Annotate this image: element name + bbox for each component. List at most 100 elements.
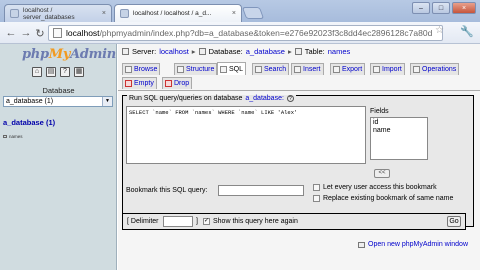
server-icon bbox=[122, 48, 129, 55]
breadcrumb-separator-icon: ▸ bbox=[191, 47, 196, 56]
sql-query-textarea[interactable]: SELECT `name` FROM `names` WHERE `name` … bbox=[126, 106, 366, 164]
sql-query-db-link[interactable]: a_database: bbox=[245, 95, 284, 102]
bookmark-public-checkbox[interactable] bbox=[313, 184, 320, 191]
structure-icon bbox=[177, 66, 184, 73]
database-icon bbox=[198, 48, 206, 55]
bookmark-public-label: Let every user access this bookmark bbox=[323, 184, 437, 191]
address-path: /phpmyadmin/index.php?db=a_database&toke… bbox=[99, 28, 433, 38]
address-bar[interactable]: localhost/phpmyadmin/index.php?db=a_data… bbox=[48, 25, 443, 41]
logo-my: My bbox=[48, 47, 71, 62]
tab-insert[interactable]: Insert bbox=[291, 63, 324, 75]
main-frame: Server: localhost ▸ Database: a_database… bbox=[118, 44, 480, 270]
export-icon bbox=[333, 66, 340, 73]
empty-icon bbox=[125, 80, 132, 87]
field-option[interactable]: id bbox=[373, 119, 425, 127]
database-select-value: a_database (1) bbox=[6, 98, 54, 105]
window-controls: – □ × bbox=[412, 2, 476, 14]
close-window-button[interactable]: × bbox=[452, 2, 476, 14]
browser-tabbar: localhost / server_databases × localhost… bbox=[0, 0, 480, 22]
tab-sql[interactable]: SQL bbox=[217, 62, 247, 75]
insert-icon bbox=[294, 66, 301, 73]
maximize-button[interactable]: □ bbox=[432, 2, 450, 14]
breadcrumb-table-label: Table: bbox=[304, 47, 325, 56]
tab-label: Export bbox=[342, 66, 363, 73]
tab-label: Insert bbox=[303, 66, 321, 73]
back-arrow-icon[interactable]: ← bbox=[3, 25, 19, 41]
mysql-docs-icon[interactable]: ▦ bbox=[74, 67, 84, 77]
fields-list[interactable]: id name bbox=[370, 117, 428, 160]
browser-navbar: ← → ↻ localhost/phpmyadmin/index.php?db=… bbox=[0, 22, 480, 44]
import-icon bbox=[373, 66, 380, 73]
delimiter-label: [ Delimiter bbox=[127, 218, 159, 225]
browser-tab-title: localhost / localhost / a_d... bbox=[133, 10, 212, 17]
tab-drop[interactable]: Drop bbox=[162, 77, 193, 89]
tab-bar: Browse Structure SQL Search Insert Expor… bbox=[118, 62, 480, 91]
chevron-down-icon[interactable]: ▼ bbox=[102, 97, 112, 106]
help-icon[interactable]: ? bbox=[286, 95, 294, 102]
tab-label: Import bbox=[382, 66, 402, 73]
bookmark-name-input[interactable] bbox=[218, 185, 304, 196]
bookmark-replace-label: Replace existing bookmark of same name bbox=[323, 195, 454, 202]
browser-tab-server-databases[interactable]: localhost / server_databases × bbox=[4, 4, 112, 22]
breadcrumb-server-link[interactable]: localhost bbox=[159, 47, 189, 56]
wrench-menu-icon[interactable]: 🔧 bbox=[460, 25, 474, 38]
docs-icon[interactable]: ? bbox=[60, 67, 70, 77]
close-tab-icon[interactable]: × bbox=[232, 10, 236, 17]
new-window-label: Open new phpMyAdmin window bbox=[368, 241, 468, 248]
table-icon bbox=[294, 48, 302, 55]
phpmyadmin-logo[interactable]: phpMyAdmin bbox=[22, 47, 116, 62]
query-options-bar: [ Delimiter ] ✓ Show this query here aga… bbox=[122, 213, 466, 230]
fields-label: Fields bbox=[370, 108, 389, 115]
breadcrumb-db-link[interactable]: a_database bbox=[246, 47, 285, 56]
page-icon bbox=[53, 28, 62, 38]
tab-label: Browse bbox=[134, 66, 158, 73]
insert-field-button[interactable]: << bbox=[374, 169, 390, 178]
sql-query-fieldset: Run SQL query/queries on database a_data… bbox=[122, 95, 474, 227]
tab-label: SQL bbox=[229, 65, 244, 73]
tab-label: Drop bbox=[174, 80, 190, 87]
phpmyadmin-favicon-icon bbox=[120, 9, 129, 18]
tab-structure[interactable]: Structure bbox=[174, 63, 218, 75]
tab-label: Empty bbox=[134, 80, 154, 87]
tab-label: Structure bbox=[186, 66, 215, 73]
delimiter-input[interactable] bbox=[163, 216, 193, 227]
new-window-link[interactable]: Open new phpMyAdmin window bbox=[358, 241, 468, 248]
table-list-item-label: names bbox=[9, 134, 23, 139]
left-toolbar: ⌂ ▤ ? ▦ bbox=[32, 67, 84, 77]
show-query-checkbox[interactable]: ✓ bbox=[203, 218, 210, 225]
show-query-label: Show this query here again bbox=[213, 218, 298, 225]
database-select[interactable]: a_database (1) ▼ bbox=[3, 96, 113, 107]
field-option[interactable]: name bbox=[373, 127, 425, 135]
browse-icon bbox=[125, 66, 132, 73]
breadcrumb-table-link[interactable]: names bbox=[328, 47, 351, 56]
new-window-icon bbox=[358, 241, 365, 248]
tab-empty[interactable]: Empty bbox=[122, 77, 157, 89]
new-tab-button[interactable] bbox=[241, 7, 265, 19]
home-icon[interactable]: ⌂ bbox=[32, 67, 42, 77]
tab-label: Search bbox=[264, 66, 287, 73]
sql-query-window-icon[interactable]: ▤ bbox=[46, 67, 56, 77]
go-button[interactable]: Go bbox=[447, 216, 461, 227]
reload-icon[interactable]: ↻ bbox=[32, 25, 48, 41]
logo-admin: Admin bbox=[70, 47, 116, 62]
close-tab-icon[interactable]: × bbox=[102, 10, 106, 17]
tab-import[interactable]: Import bbox=[370, 63, 405, 75]
browser-tab-active[interactable]: localhost / localhost / a_d... × bbox=[114, 4, 242, 22]
breadcrumb: Server: localhost ▸ Database: a_database… bbox=[122, 47, 350, 56]
tab-browse[interactable]: Browse bbox=[122, 63, 161, 75]
delimiter-label-end: ] bbox=[196, 218, 198, 225]
tab-search[interactable]: Search bbox=[252, 63, 290, 75]
table-list-item[interactable]: names bbox=[3, 134, 23, 139]
sql-icon bbox=[220, 65, 227, 73]
sql-query-legend-text: Run SQL query/queries on database bbox=[129, 95, 243, 102]
tab-operations[interactable]: Operations bbox=[410, 63, 460, 75]
tab-export[interactable]: Export bbox=[330, 63, 366, 75]
phpmyadmin-favicon-icon bbox=[10, 9, 19, 18]
minimize-button[interactable]: – bbox=[412, 2, 430, 14]
table-icon bbox=[3, 135, 7, 138]
sql-query-legend: Run SQL query/queries on database a_data… bbox=[127, 95, 296, 102]
bookmark-star-icon[interactable]: ☆ bbox=[435, 25, 444, 36]
current-database-link[interactable]: a_database (1) bbox=[3, 118, 55, 127]
breadcrumb-separator-icon: ▸ bbox=[287, 47, 292, 56]
bookmark-replace-checkbox[interactable] bbox=[313, 195, 320, 202]
